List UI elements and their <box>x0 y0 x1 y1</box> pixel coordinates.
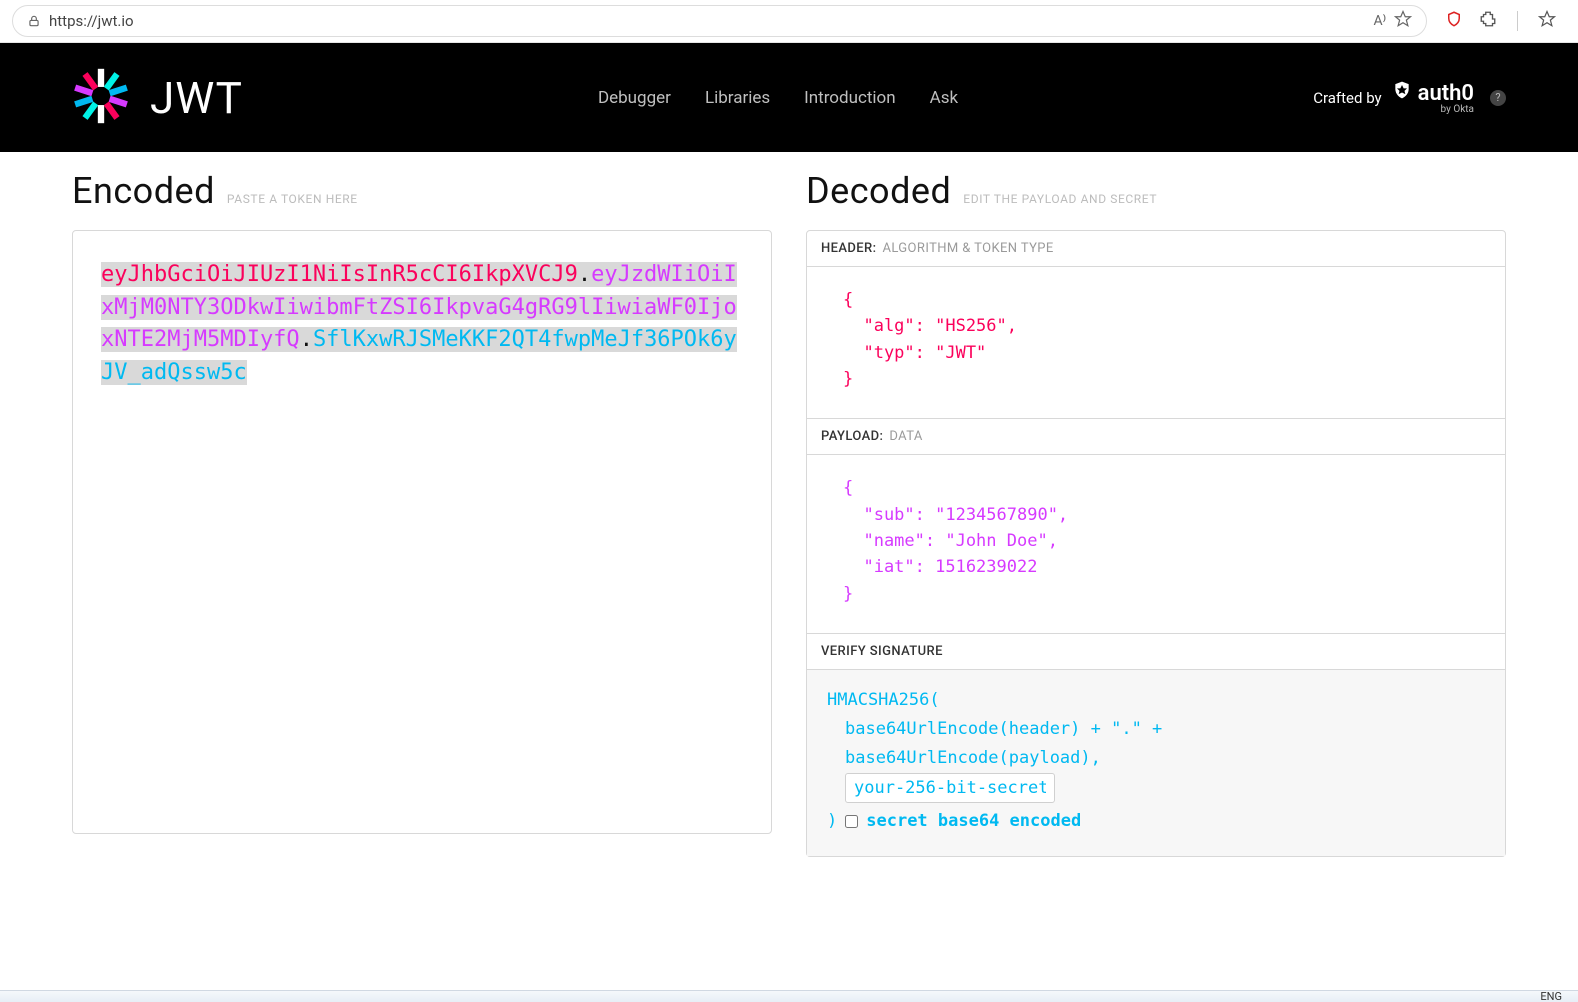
shield-icon[interactable] <box>1445 10 1463 32</box>
url-box[interactable]: https://jwt.io A⁾ <box>12 5 1427 37</box>
encoded-token-editor[interactable]: eyJhbGciOiJIUzI1NiIsInR5cCI6IkpXVCJ9.eyJ… <box>72 230 772 834</box>
logo-cluster[interactable]: JWT <box>72 67 243 129</box>
secret-base64-checkbox[interactable] <box>845 815 858 828</box>
header-section-label: HEADER: ALGORITHM & TOKEN TYPE <box>807 231 1505 267</box>
divider <box>1517 11 1518 31</box>
signature-section-label: VERIFY SIGNATURE <box>807 634 1505 670</box>
language-indicator[interactable]: ENG <box>1540 990 1562 1002</box>
header-json-editor[interactable]: { "alg": "HS256", "typ": "JWT" } <box>807 267 1505 419</box>
decoded-column: Decoded EDIT THE PAYLOAD AND SECRET HEAD… <box>806 170 1506 857</box>
os-taskbar: ENG <box>0 990 1578 1002</box>
decoded-title: Decoded <box>806 170 951 212</box>
by-okta-text: by Okta <box>1441 104 1474 115</box>
jwt-logo-icon <box>72 67 130 129</box>
sig-line-header: base64UrlEncode(header) + "." + <box>827 715 1485 744</box>
crafted-by-label: Crafted by <box>1313 89 1381 107</box>
nav-libraries[interactable]: Libraries <box>705 88 770 108</box>
browser-extension-icons <box>1435 10 1566 32</box>
auth0-shield-icon <box>1392 80 1412 106</box>
nav-introduction[interactable]: Introduction <box>804 88 896 108</box>
browser-address-bar: https://jwt.io A⁾ <box>0 0 1578 43</box>
secret-input[interactable] <box>845 773 1055 803</box>
decoded-subtitle: EDIT THE PAYLOAD AND SECRET <box>963 192 1157 206</box>
secret-base64-label[interactable]: secret base64 encoded <box>866 807 1081 836</box>
jwt-logo-text: JWT <box>150 72 243 124</box>
auth0-text: auth0 <box>1418 81 1474 106</box>
help-icon[interactable]: ? <box>1490 90 1506 106</box>
favorite-icon[interactable] <box>1394 10 1412 32</box>
url-text[interactable]: https://jwt.io <box>49 12 1365 30</box>
lock-icon <box>27 14 41 28</box>
half-star-icon[interactable] <box>1538 10 1556 32</box>
site-header: JWT Debugger Libraries Introduction Ask … <box>0 43 1578 152</box>
main-nav: Debugger Libraries Introduction Ask <box>598 88 958 108</box>
signature-editor: HMACSHA256( base64UrlEncode(header) + ".… <box>807 670 1505 856</box>
extensions-icon[interactable] <box>1479 10 1497 32</box>
read-aloud-icon[interactable]: A⁾ <box>1373 13 1386 29</box>
payload-json-editor[interactable]: { "sub": "1234567890", "name": "John Doe… <box>807 455 1505 634</box>
nav-ask[interactable]: Ask <box>930 88 958 108</box>
sig-close-paren: ) <box>827 807 837 836</box>
nav-debugger[interactable]: Debugger <box>598 88 671 108</box>
sig-line-payload: base64UrlEncode(payload), <box>827 744 1485 773</box>
crafted-by[interactable]: Crafted by auth0 by Okta ? <box>1313 80 1506 115</box>
token-header-segment[interactable]: eyJhbGciOiJIUzI1NiIsInR5cCI6IkpXVCJ9 <box>101 262 578 287</box>
encoded-title: Encoded <box>72 170 215 212</box>
sig-algo-open: HMACSHA256( <box>827 686 1485 715</box>
encoded-subtitle: PASTE A TOKEN HERE <box>227 192 358 206</box>
auth0-logo: auth0 by Okta <box>1392 80 1474 115</box>
encoded-column: Encoded PASTE A TOKEN HERE eyJhbGciOiJIU… <box>72 170 772 857</box>
payload-section-label: PAYLOAD: DATA <box>807 419 1505 455</box>
